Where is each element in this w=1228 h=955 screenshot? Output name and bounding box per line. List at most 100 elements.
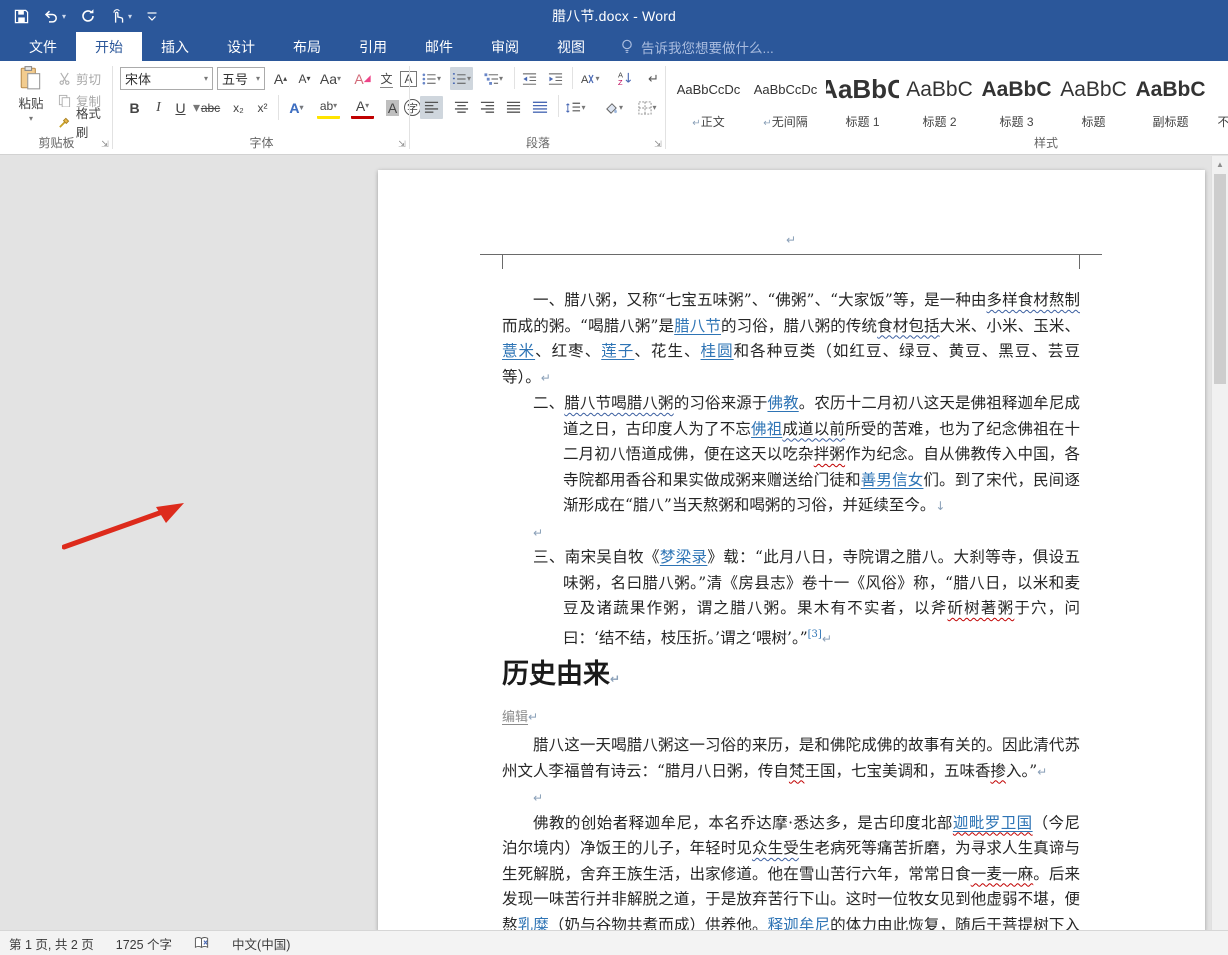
top-paragraph-mark: ↵ [785,233,797,247]
grow-font-button[interactable]: A ▴ [269,67,292,90]
align-center-button[interactable] [450,96,473,119]
tab-插入[interactable]: 插入 [142,32,208,61]
copy-icon [58,94,71,107]
sort-button[interactable]: AZ [614,67,637,90]
tab-邮件[interactable]: 邮件 [406,32,472,61]
show-marks-button[interactable]: ↵ [642,67,665,90]
tab-布局[interactable]: 布局 [274,32,340,61]
style-不明显强调[interactable]: AaB不明显强调 [1211,66,1228,132]
touch-mode-dropdown-icon[interactable]: ▾ [128,12,132,21]
shrink-font-button[interactable]: A ▾ [293,67,316,90]
shading-button[interactable]: ▾ [602,96,625,119]
document-content: ↵ 一、腊八粥，又称“七宝五味粥”、“佛粥”、“大家饭”等，是一种由多样食材熬制… [480,170,1102,932]
cut-button[interactable]: 剪切 [58,67,101,89]
format-painter-button[interactable]: 格式刷 [58,107,113,140]
paragraph-group-label: 段落 [525,136,550,150]
change-case-button[interactable]: Aa ▾ [319,67,342,90]
group-font: 宋体▾ 五号▾ A▴ A▾ Aa▾ A◢ 文 A B I U ▾ abc x₂ … [113,61,421,154]
style-无间隔[interactable]: AaBbCcDc ↵无间隔 [749,66,822,132]
quick-access-toolbar: ▾ ▾ [0,8,158,24]
tab-开始[interactable]: 开始 [76,32,142,61]
paste-button[interactable]: 粘贴 ▾ [8,65,54,137]
justify-button[interactable] [502,96,525,119]
scrollbar-thumb[interactable] [1214,174,1226,384]
increase-indent-button[interactable] [544,67,567,90]
customize-qat-icon[interactable] [146,10,158,22]
hyperlink[interactable]: 薏米 [502,342,535,360]
paragraph: 一、腊八粥，又称“七宝五味粥”、“佛粥”、“大家饭”等，是一种由多样食材熬制而成… [502,291,1080,386]
hyperlink[interactable]: 迦毗罗卫国 [953,814,1033,832]
redo-button[interactable] [80,8,96,24]
empty-paragraph: ↵ [533,791,544,806]
italic-button[interactable]: I [147,96,170,119]
style-标题 2[interactable]: AaBbC 标题 2 [903,66,976,132]
font-dialog-launcher[interactable]: ⇲ [397,139,407,149]
document-workspace: ↵ 一、腊八粥，又称“七宝五味粥”、“佛粥”、“大家饭”等，是一种由多样食材熬制… [0,155,1228,932]
numbering-button[interactable]: ▾ [450,67,473,90]
clear-formatting-button[interactable]: A ◢ [351,67,374,90]
paragraph: 佛教的创始者释迦牟尼，本名乔达摩·悉达多，是古印度北部迦毗罗卫国（今尼泊尔境内）… [502,813,1080,932]
style-标题 3[interactable]: AaBbC 标题 3 [980,66,1053,132]
highlight-color-button[interactable]: ab ▾ [317,96,340,119]
document-heading: 历史由来↵ [502,659,621,691]
hyperlink[interactable]: 莲子 [601,342,634,360]
paste-dropdown-icon[interactable]: ▾ [29,114,33,123]
font-size-combo[interactable]: 五号 ▾ [217,67,265,90]
hyperlink[interactable]: 佛教 [767,394,798,412]
word-count[interactable]: 1725 个字 [116,934,172,953]
paragraph: 腊八这一天喝腊八粥这一习俗的来历，是和佛陀成佛的故事有关的。因此清代苏州文人李福… [502,736,1080,780]
line-spacing-button[interactable]: ▾ [564,96,587,119]
asian-layout-button[interactable]: A ▾ [578,67,601,90]
clipboard-dialog-launcher[interactable]: ⇲ [100,139,110,149]
style-标题[interactable]: AaBbC 标题 [1057,66,1130,132]
window-title: 腊八节.docx - Word [551,8,677,24]
undo-dropdown-icon[interactable]: ▾ [62,12,66,21]
page-indicator[interactable]: 第 1 页, 共 2 页 [9,934,94,953]
style-正文[interactable]: AaBbCcDc ↵正文 [672,66,745,132]
hyperlink[interactable]: 桂圆 [701,342,734,360]
scroll-up-icon[interactable]: ▲ [1212,156,1228,173]
group-clipboard: 粘贴 ▾ 剪切 复制 格式刷 剪贴板 ⇲ [0,61,113,154]
group-paragraph: ▾ ▾ ▾ A ▾ AZ ↵ ▾ ▾ ▾ 段落 ⇲ [410,61,666,154]
hyperlink[interactable]: 佛祖 [751,420,782,438]
subscript-button[interactable]: x₂ [227,96,250,119]
tab-审阅[interactable]: 审阅 [472,32,538,61]
undo-button[interactable]: ▾ [43,9,66,23]
strikethrough-button[interactable]: abc [199,96,222,119]
tab-引用[interactable]: 引用 [340,32,406,61]
language-indicator[interactable]: 中文(中国) [232,934,290,953]
bold-button[interactable]: B [123,96,146,119]
tab-设计[interactable]: 设计 [208,32,274,61]
save-icon[interactable] [14,9,29,24]
distribute-button[interactable] [528,96,551,119]
tell-me-placeholder: 告诉我您想要做什么... [641,40,774,56]
group-styles: AaBbCcDc ↵正文 AaBbCcDc ↵无间隔 AaBbC 标题 1 AaBbC 标题 … [666,61,1228,154]
status-bar: 第 1 页, 共 2 页 1725 个字 中文(中国) [0,930,1228,955]
document-page[interactable]: ↵ 一、腊八粥，又称“七宝五味粥”、“佛粥”、“大家饭”等，是一种由多样食材熬制… [378,170,1205,932]
vertical-scrollbar[interactable]: ▲ [1211,156,1228,930]
hyperlink[interactable]: 腊八节 [674,317,721,335]
touch-mode-button[interactable]: ▾ [110,8,132,24]
superscript-button[interactable]: x² [251,96,274,119]
hyperlink[interactable]: 梦梁录 [660,548,708,566]
empty-paragraph: ↵ [533,525,544,540]
font-name-combo[interactable]: 宋体 ▾ [120,67,213,90]
style-标题 1[interactable]: AaBbC 标题 1 [826,66,899,132]
tell-me-box[interactable]: 告诉我您想要做什么... [620,32,774,61]
align-right-button[interactable] [476,96,499,119]
font-color-button[interactable]: A ▾ [351,96,374,119]
align-left-button[interactable] [420,96,443,119]
style-副标题[interactable]: AaBbC 副标题 [1134,66,1207,132]
tab-视图[interactable]: 视图 [538,32,604,61]
borders-button[interactable]: ▾ [636,96,659,119]
hyperlink[interactable]: 善男信女 [861,471,924,489]
paragraph-dialog-launcher[interactable]: ⇲ [653,139,663,149]
phonetic-guide-button[interactable]: 文 [375,67,398,90]
text-effects-button[interactable]: A ▾ [285,96,308,119]
bullets-button[interactable]: ▾ [420,67,443,90]
multilevel-list-button[interactable]: ▾ [482,67,505,90]
proofing-status-icon[interactable] [194,936,210,950]
font-group-label: 字体 [249,136,274,150]
decrease-indent-button[interactable] [518,67,541,90]
tab-file[interactable]: 文件 [10,32,76,61]
